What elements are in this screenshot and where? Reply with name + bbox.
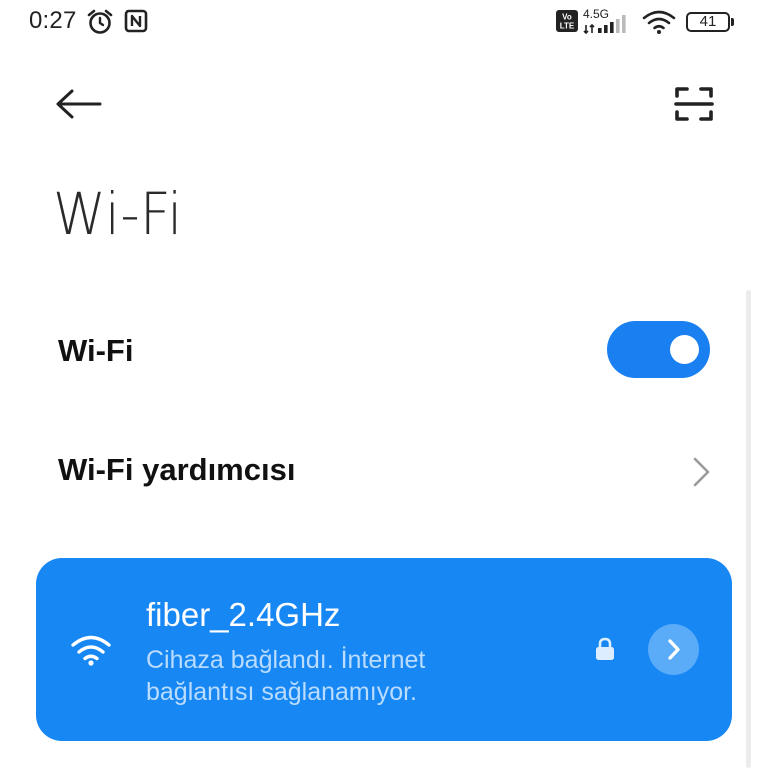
scrollbar[interactable] bbox=[746, 290, 751, 768]
qr-scan-icon bbox=[674, 87, 714, 121]
wifi-settings-screen: 0:27 Vo LTE 4.5G 41 Wi-Fi Wi-Fi Wi-Fi ya… bbox=[0, 0, 768, 768]
wifi-toggle-label: Wi-Fi bbox=[58, 333, 134, 368]
toggle-knob bbox=[670, 335, 699, 364]
nfc-icon bbox=[124, 9, 148, 33]
wifi-signal-icon bbox=[642, 10, 676, 34]
network-status: Cihaza bağlandı. İnternet bağlantısı sağ… bbox=[146, 644, 506, 708]
status-bar: 0:27 Vo LTE 4.5G 41 bbox=[0, 0, 768, 44]
status-time: 0:27 bbox=[29, 7, 77, 34]
svg-text:Vo: Vo bbox=[562, 13, 572, 22]
alarm-icon bbox=[87, 9, 113, 34]
page-title: Wi-Fi bbox=[53, 180, 183, 248]
lock-icon bbox=[596, 637, 614, 660]
cell-signal-icon bbox=[583, 15, 626, 34]
network-status-line-1: Cihaza bağlandı. İnternet bbox=[146, 646, 426, 674]
network-details-button[interactable] bbox=[648, 624, 699, 675]
battery-level: 41 bbox=[699, 13, 717, 30]
svg-text:LTE: LTE bbox=[560, 22, 575, 31]
chevron-right-icon bbox=[693, 457, 710, 487]
network-status-line-2: bağlantısı sağlanamıyor. bbox=[146, 678, 417, 706]
network-ssid: fiber_2.4GHz bbox=[146, 596, 341, 633]
wifi-assistant-label: Wi-Fi yardımcısı bbox=[58, 452, 296, 487]
wifi-toggle-switch[interactable] bbox=[607, 321, 710, 378]
battery-icon: 41 bbox=[686, 12, 734, 32]
wifi-icon bbox=[71, 635, 111, 666]
arrow-left-icon bbox=[56, 89, 102, 119]
scan-qr-button[interactable] bbox=[666, 78, 722, 130]
volte-icon: Vo LTE bbox=[556, 10, 578, 32]
back-button[interactable] bbox=[50, 80, 106, 128]
chevron-right-icon bbox=[668, 639, 680, 660]
